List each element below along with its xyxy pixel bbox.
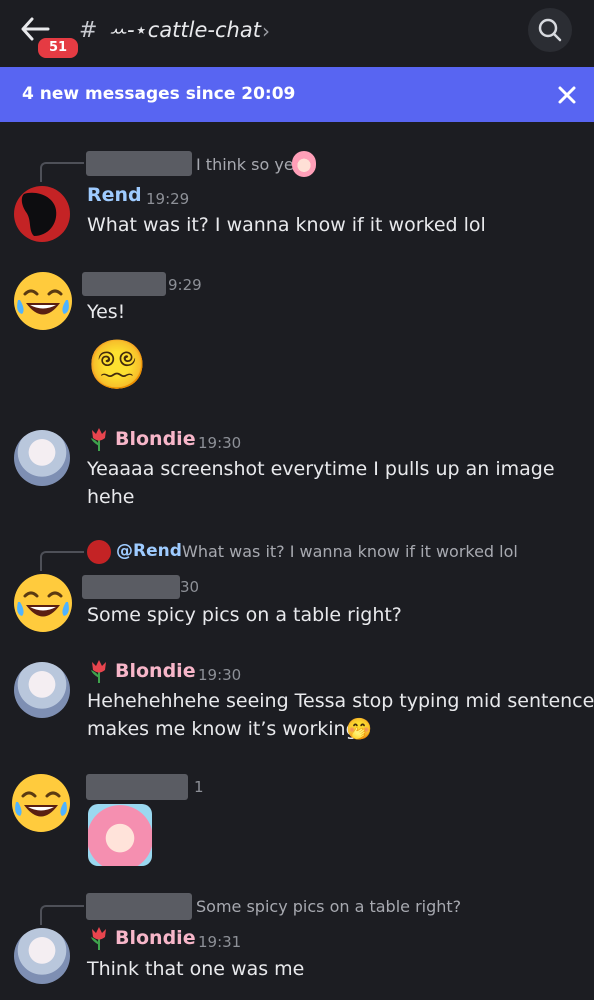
message-text: Think that one was me <box>87 958 305 980</box>
message-text: Yeaaaa screenshot everytime I pulls up a… <box>87 458 555 480</box>
reply-spine <box>40 551 84 571</box>
reply-spine <box>40 162 84 182</box>
avatar-rend[interactable] <box>14 186 70 242</box>
reply-spine <box>40 905 84 925</box>
message-time: 19:30 <box>198 434 242 452</box>
search-icon <box>538 18 562 42</box>
reply-avatar-rend <box>87 540 111 564</box>
redacted-username <box>86 774 188 800</box>
redacted-username <box>86 893 192 920</box>
message-text: Some spicy pics on a table right? <box>87 604 402 626</box>
channel-hash-icon: # <box>79 18 98 43</box>
message-time: 30 <box>180 578 200 596</box>
message-time: 9:29 <box>168 276 202 294</box>
reply-sticker <box>292 151 316 177</box>
author-name[interactable]: Blondie <box>115 927 196 949</box>
search-button[interactable] <box>528 8 572 52</box>
chevron-right-icon[interactable]: › <box>262 19 270 43</box>
tulip-icon <box>91 428 106 451</box>
message-time: 19:29 <box>146 190 190 208</box>
message-time: 19:30 <box>198 666 242 684</box>
redacted-username <box>86 151 192 176</box>
tulip-icon <box>91 927 106 950</box>
author-name[interactable]: Rend <box>87 184 142 206</box>
author-name[interactable]: Blondie <box>115 428 196 450</box>
laughing-face-icon[interactable] <box>10 772 72 834</box>
author-name[interactable]: Blondie <box>115 660 196 682</box>
dizzy-face-emoji: 😵‍💫 <box>87 337 147 393</box>
laughing-face-icon[interactable] <box>12 572 74 634</box>
avatar-blondie[interactable] <box>14 662 70 718</box>
reply-preview-text[interactable]: What was it? I wanna know if it worked l… <box>182 542 518 561</box>
message-time: 19:31 <box>198 933 242 951</box>
top-bar: 51 # ꕀ-⋆cattle-chat › <box>0 0 594 66</box>
reply-preview-text[interactable]: I think so ye <box>196 155 294 174</box>
channel-name[interactable]: ꕀ-⋆cattle-chat <box>108 18 261 43</box>
reply-preview-text[interactable]: Some spicy pics on a table right? <box>196 897 461 916</box>
message-text: hehe <box>87 486 135 508</box>
laughing-face-icon[interactable] <box>12 270 74 332</box>
tulip-icon <box>91 660 106 683</box>
message-text: makes me know it’s working <box>87 718 358 740</box>
message-time: 1 <box>194 778 204 796</box>
anime-girl-sticker[interactable] <box>88 804 152 866</box>
reply-mention[interactable]: @Rend <box>116 541 182 561</box>
avatar-blondie[interactable] <box>14 430 70 486</box>
unread-badge: 51 <box>36 36 80 60</box>
message-text: What was it? I wanna know if it worked l… <box>87 214 486 236</box>
new-messages-text: 4 new messages since 20:09 <box>22 84 296 104</box>
new-messages-banner[interactable]: 4 new messages since 20:09 <box>0 67 594 122</box>
avatar-blondie[interactable] <box>14 928 70 984</box>
message-text: Hehehehhehe seeing Tessa stop typing mid… <box>87 690 594 712</box>
face-with-hand-emoji: 🤭 <box>346 717 373 741</box>
redacted-username <box>82 272 166 296</box>
redacted-username <box>82 575 180 599</box>
close-icon[interactable] <box>556 84 578 106</box>
message-text: Yes! <box>87 301 126 323</box>
